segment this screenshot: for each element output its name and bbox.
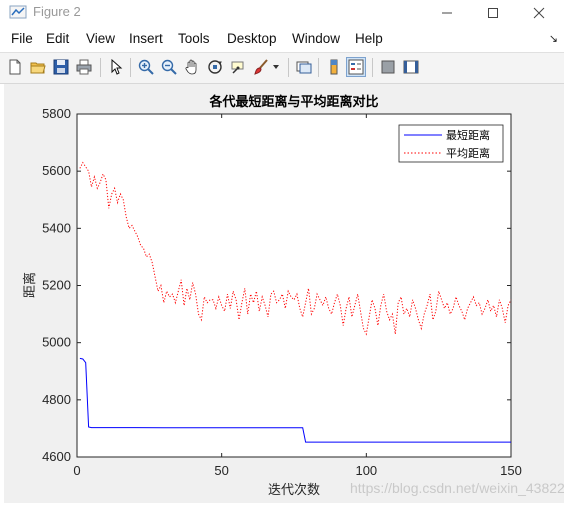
toolbar-separator xyxy=(100,58,101,77)
y-tick-label: 5200 xyxy=(42,278,71,293)
y-tick-label: 5800 xyxy=(42,106,71,121)
plot-svg: 各代最短距离与平均距离对比 迭代次数 距离 0 50 100 150 4600 4800… xyxy=(22,94,522,498)
menu-desktop[interactable]: Desktop xyxy=(227,31,277,46)
brush-icon[interactable] xyxy=(251,57,271,77)
x-tick-label: 0 xyxy=(73,463,80,478)
open-file-icon[interactable] xyxy=(28,57,48,77)
y-tick-label: 5600 xyxy=(42,163,71,178)
print-icon[interactable] xyxy=(74,57,94,77)
insert-colorbar-icon[interactable] xyxy=(324,57,344,77)
menu-view[interactable]: View xyxy=(86,31,115,46)
brush-dropdown-icon[interactable] xyxy=(270,57,282,77)
legend[interactable]: 最短距离 平均距离 xyxy=(398,124,504,163)
x-axis-label: 迭代次数 xyxy=(268,482,320,498)
y-tick-label: 5400 xyxy=(42,220,71,235)
menu-bar: File Edit View Insert Tools Desktop Wind… xyxy=(0,28,564,50)
menu-help[interactable]: Help xyxy=(355,31,383,46)
menu-tools[interactable]: Tools xyxy=(178,31,210,46)
menu-insert[interactable]: Insert xyxy=(129,31,163,46)
pan-hand-icon[interactable] xyxy=(182,57,202,77)
figure-canvas: 各代最短距离与平均距离对比 迭代次数 距离 0 50 100 150 4600 4800… xyxy=(4,84,564,503)
insert-legend-icon[interactable] xyxy=(346,57,366,77)
dock-arrow-icon[interactable]: ↘ xyxy=(549,32,558,45)
toolbar-separator xyxy=(130,58,131,77)
minimize-button[interactable] xyxy=(424,0,470,26)
menu-window[interactable]: Window xyxy=(292,31,340,46)
figure-toolbar xyxy=(0,52,564,84)
close-button[interactable] xyxy=(516,0,562,26)
menu-file[interactable]: File xyxy=(11,31,33,46)
watermark: https://blog.csdn.net/weixin_43822880 xyxy=(350,480,564,496)
save-icon[interactable] xyxy=(51,57,71,77)
y-axis-label: 距离 xyxy=(22,272,38,298)
x-tick-label: 150 xyxy=(500,463,522,478)
maximize-button[interactable] xyxy=(470,0,516,26)
zoom-out-icon[interactable] xyxy=(159,57,179,77)
menu-edit[interactable]: Edit xyxy=(46,31,69,46)
link-plot-icon[interactable] xyxy=(294,57,314,77)
toolbar-separator xyxy=(372,58,373,77)
x-tick-label: 100 xyxy=(355,463,377,478)
rotate-3d-icon[interactable] xyxy=(205,57,225,77)
x-tick-label: 50 xyxy=(214,463,228,478)
y-tick-label: 4600 xyxy=(42,449,71,464)
legend-label-avg: 平均距离 xyxy=(446,146,490,160)
pointer-icon[interactable] xyxy=(106,57,126,77)
axes-box[interactable] xyxy=(76,113,512,458)
window-title: Figure 2 xyxy=(33,4,81,19)
legend-label-min: 最短距离 xyxy=(446,128,490,142)
zoom-in-icon[interactable] xyxy=(136,57,156,77)
figure-window: Figure 2 File Edit View Insert Tools Des… xyxy=(0,0,564,507)
title-bar[interactable]: Figure 2 xyxy=(0,0,564,26)
toolbar-separator xyxy=(288,58,289,77)
chart-title: 各代最短距离与平均距离对比 xyxy=(208,94,378,110)
toolbar-separator xyxy=(318,58,319,77)
hide-plot-tools-icon[interactable] xyxy=(378,57,398,77)
y-tick-label: 4800 xyxy=(42,392,71,407)
y-tick-label: 5000 xyxy=(42,335,71,350)
new-figure-icon[interactable] xyxy=(5,57,25,77)
show-plot-tools-icon[interactable] xyxy=(401,57,421,77)
matlab-figure-icon xyxy=(9,4,27,20)
data-cursor-icon[interactable] xyxy=(228,57,248,77)
